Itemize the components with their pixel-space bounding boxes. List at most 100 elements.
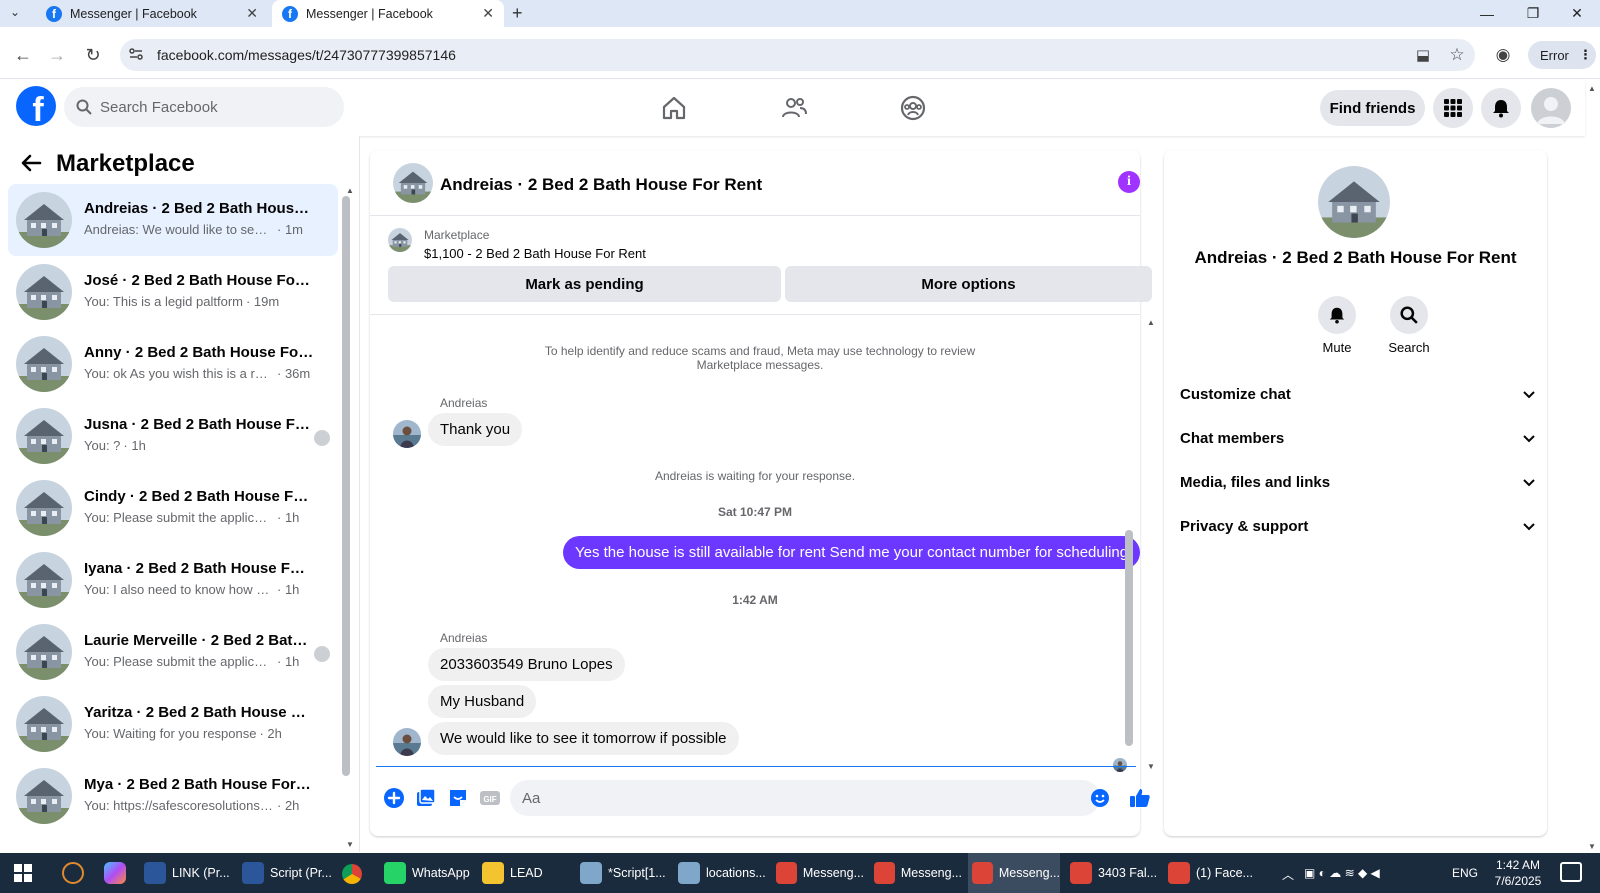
taskbar-item[interactable]: LINK (Pr... [140, 853, 234, 893]
back-arrow-icon[interactable] [20, 152, 42, 174]
conversation-item[interactable]: Cindy · 2 Bed 2 Bath House For Rent You: … [8, 472, 338, 544]
search-conversation-button[interactable] [1390, 296, 1428, 334]
language-indicator[interactable]: ENG [1452, 866, 1478, 880]
conversation-preview: Andreias: We would like to see it tomorr… [84, 222, 314, 237]
scroll-up-icon[interactable]: ▲ [346, 186, 354, 195]
photo-icon[interactable] [415, 787, 437, 809]
conversation-item[interactable]: Iyana · 2 Bed 2 Bath House For Rent You: … [8, 544, 338, 616]
groups-icon[interactable] [899, 94, 927, 122]
browser-tab-2-active[interactable]: f Messenger | Facebook ✕ [272, 0, 504, 27]
profile-icon[interactable]: ◉ [1492, 44, 1514, 66]
info-icon[interactable]: i [1118, 171, 1140, 193]
facebook-logo-icon[interactable]: f [16, 86, 56, 126]
listing-title[interactable]: $1,100 - 2 Bed 2 Bath House For Rent [424, 246, 646, 261]
taskbar-item[interactable]: Messeng... [772, 853, 864, 893]
find-friends-button[interactable]: Find friends [1320, 90, 1425, 126]
taskbar-item[interactable]: *Script[1... [576, 853, 668, 893]
chat-title[interactable]: Andreias · 2 Bed 2 Bath House For Rent [440, 175, 762, 195]
sender-avatar[interactable] [393, 728, 421, 756]
forward-icon[interactable]: → [46, 44, 68, 66]
conversation-list-scrollbar[interactable] [342, 196, 350, 776]
incoming-message[interactable]: Thank you [428, 413, 523, 446]
conversation-item[interactable]: Anny · 2 Bed 2 Bath House For Rent You: o… [8, 328, 338, 400]
home-icon[interactable] [660, 94, 688, 122]
media-files-links-section[interactable]: Media, files and links [1180, 464, 1536, 500]
taskbar-item[interactable]: Messeng... [870, 853, 962, 893]
bookmark-star-icon[interactable]: ☆ [1446, 44, 1468, 66]
notification-center-icon[interactable] [1560, 862, 1582, 882]
app-gear-icon[interactable] [62, 862, 84, 884]
taskbar-item[interactable]: locations... [674, 853, 766, 893]
page-scroll-down-icon[interactable]: ▼ [1588, 842, 1596, 851]
kebab-menu-icon[interactable]: ⋮ [1579, 47, 1592, 63]
search-facebook-input[interactable]: Search Facebook [64, 87, 344, 127]
conversation-item[interactable]: Laurie Merveille · 2 Bed 2 Bath House Fo… [8, 616, 338, 688]
conversation-avatar [16, 480, 72, 536]
listing-thumbnail[interactable] [388, 228, 412, 252]
chat-members-section[interactable]: Chat members [1180, 420, 1536, 456]
scroll-down-icon[interactable]: ▼ [346, 840, 354, 849]
mark-as-pending-button[interactable]: Mark as pending [388, 266, 781, 302]
chat-scrollbar[interactable] [1125, 530, 1133, 746]
page-scroll-up-icon[interactable]: ▲ [1588, 84, 1596, 93]
close-tab-icon[interactable]: ✕ [246, 5, 258, 22]
add-plus-icon[interactable] [383, 787, 405, 809]
incoming-message[interactable]: We would like to see it tomorrow if poss… [428, 722, 739, 755]
conversation-item[interactable]: Jusna · 2 Bed 2 Bath House For Rent You: … [8, 400, 338, 472]
taskbar-item[interactable]: 3403 Fal... [1066, 853, 1158, 893]
incoming-message[interactable]: 2033603549 Bruno Lopes [428, 648, 625, 681]
conversation-item[interactable]: José · 2 Bed 2 Bath House For Rent You: T… [8, 256, 338, 328]
taskbar-item[interactable]: LEAD [478, 853, 558, 893]
profile-error-button[interactable]: Error ⋮ [1528, 41, 1596, 69]
conversation-item[interactable]: Yaritza · 2 Bed 2 Bath House For Rent You… [8, 688, 338, 760]
menu-grid-icon[interactable] [1433, 88, 1473, 128]
preview-text: You: ok As you wish this is a real platf… [84, 366, 274, 381]
taskbar-item[interactable]: Messeng... [968, 853, 1060, 893]
new-tab-icon[interactable]: + [512, 3, 523, 24]
tab-search-dropdown[interactable]: ⌄ [10, 5, 20, 19]
chat-header-avatar[interactable] [393, 163, 433, 203]
seen-avatar [314, 430, 330, 446]
restore-icon[interactable]: ❐ [1510, 0, 1556, 27]
conversation-item[interactable]: Andreias · 2 Bed 2 Bath House For Rent An… [8, 184, 338, 256]
minimize-icon[interactable]: — [1464, 0, 1510, 27]
mute-button[interactable] [1318, 296, 1356, 334]
site-info-icon[interactable] [128, 46, 144, 62]
more-options-button[interactable]: More options [785, 266, 1152, 302]
install-app-icon[interactable]: ⬓ [1412, 44, 1434, 66]
tray-app-icons[interactable]: ▣ ◐ ☁ ≋ ◆ ◀ [1304, 866, 1380, 880]
like-thumb-icon[interactable] [1128, 786, 1152, 810]
tray-chevron-up-icon[interactable]: ︿ [1282, 866, 1294, 883]
incoming-message[interactable]: My Husband [428, 685, 537, 718]
back-icon[interactable]: ← [12, 44, 34, 66]
sender-avatar[interactable] [393, 420, 421, 448]
chrome-icon[interactable] [342, 864, 362, 884]
browser-tab-1[interactable]: f Messenger | Facebook ✕ [36, 0, 268, 27]
conversation-preview: You: ? · 1h [84, 438, 314, 453]
conversation-item[interactable]: Mya · 2 Bed 2 Bath House For Rent You: ht… [8, 760, 338, 832]
outgoing-message[interactable]: Yes the house is still available for ren… [563, 536, 1141, 569]
chevron-down-icon [1522, 475, 1536, 489]
account-avatar[interactable] [1531, 88, 1571, 128]
friends-icon[interactable] [780, 94, 808, 122]
copilot-icon[interactable] [104, 862, 126, 884]
taskbar-item[interactable]: (1) Face... [1164, 853, 1260, 893]
customize-chat-section[interactable]: Customize chat [1180, 376, 1536, 412]
bell-icon [1329, 307, 1345, 324]
close-tab-icon[interactable]: ✕ [482, 5, 494, 22]
taskbar-item[interactable]: Script (Pr... [238, 853, 338, 893]
reload-icon[interactable]: ↻ [82, 44, 104, 66]
details-avatar[interactable] [1318, 166, 1390, 238]
taskbar-item[interactable]: WhatsApp [380, 853, 472, 893]
scroll-up-icon[interactable]: ▲ [1147, 318, 1155, 327]
clock[interactable]: 1:42 AM 7/6/2025 [1488, 857, 1548, 889]
sticker-icon[interactable] [447, 787, 469, 809]
emoji-icon[interactable] [1090, 788, 1112, 810]
message-input[interactable]: Aa [510, 780, 1100, 816]
scroll-down-icon[interactable]: ▼ [1147, 762, 1155, 771]
notifications-bell-icon[interactable] [1481, 88, 1521, 128]
close-window-icon[interactable]: ✕ [1554, 0, 1600, 27]
privacy-support-section[interactable]: Privacy & support [1180, 508, 1536, 544]
windows-start-icon[interactable] [14, 864, 32, 882]
gif-icon[interactable]: GIF [479, 787, 501, 809]
